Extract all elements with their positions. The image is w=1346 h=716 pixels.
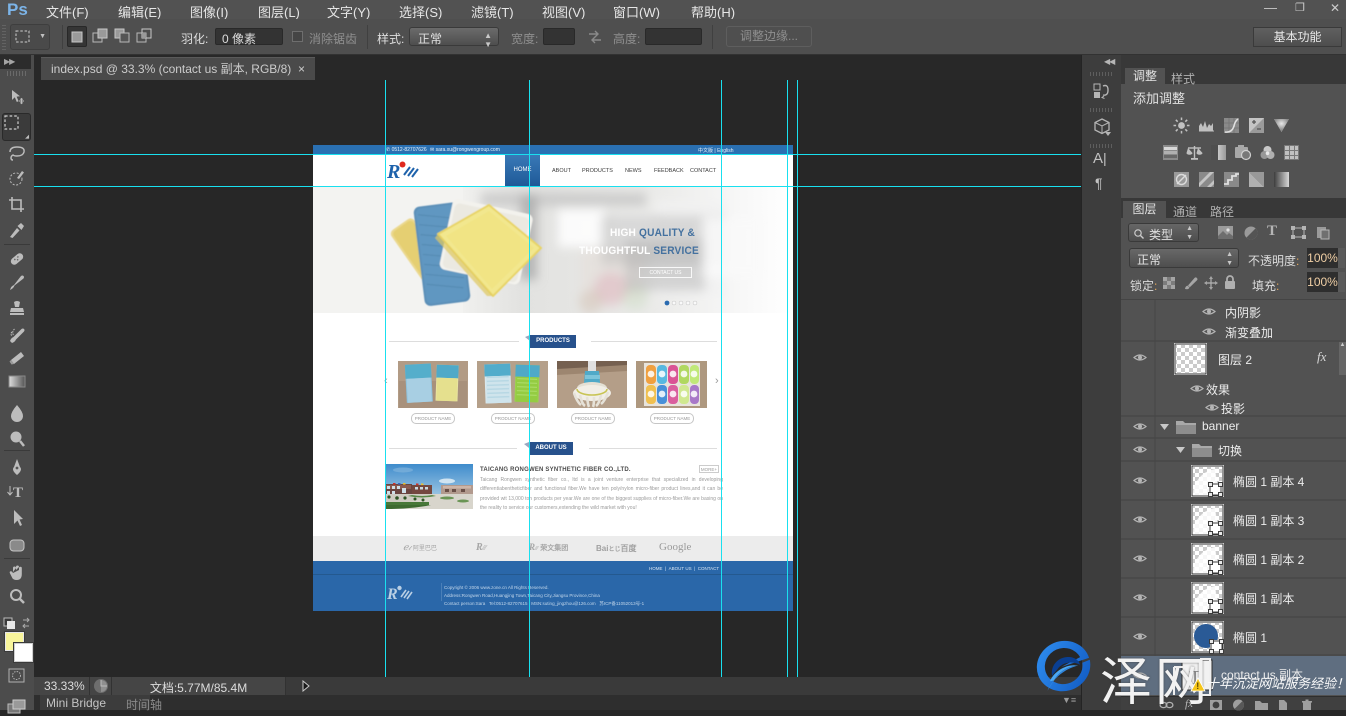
- svg-text:R: R: [387, 586, 398, 603]
- svg-text:!: !: [1196, 681, 1199, 691]
- svg-text:T: T: [13, 485, 23, 501]
